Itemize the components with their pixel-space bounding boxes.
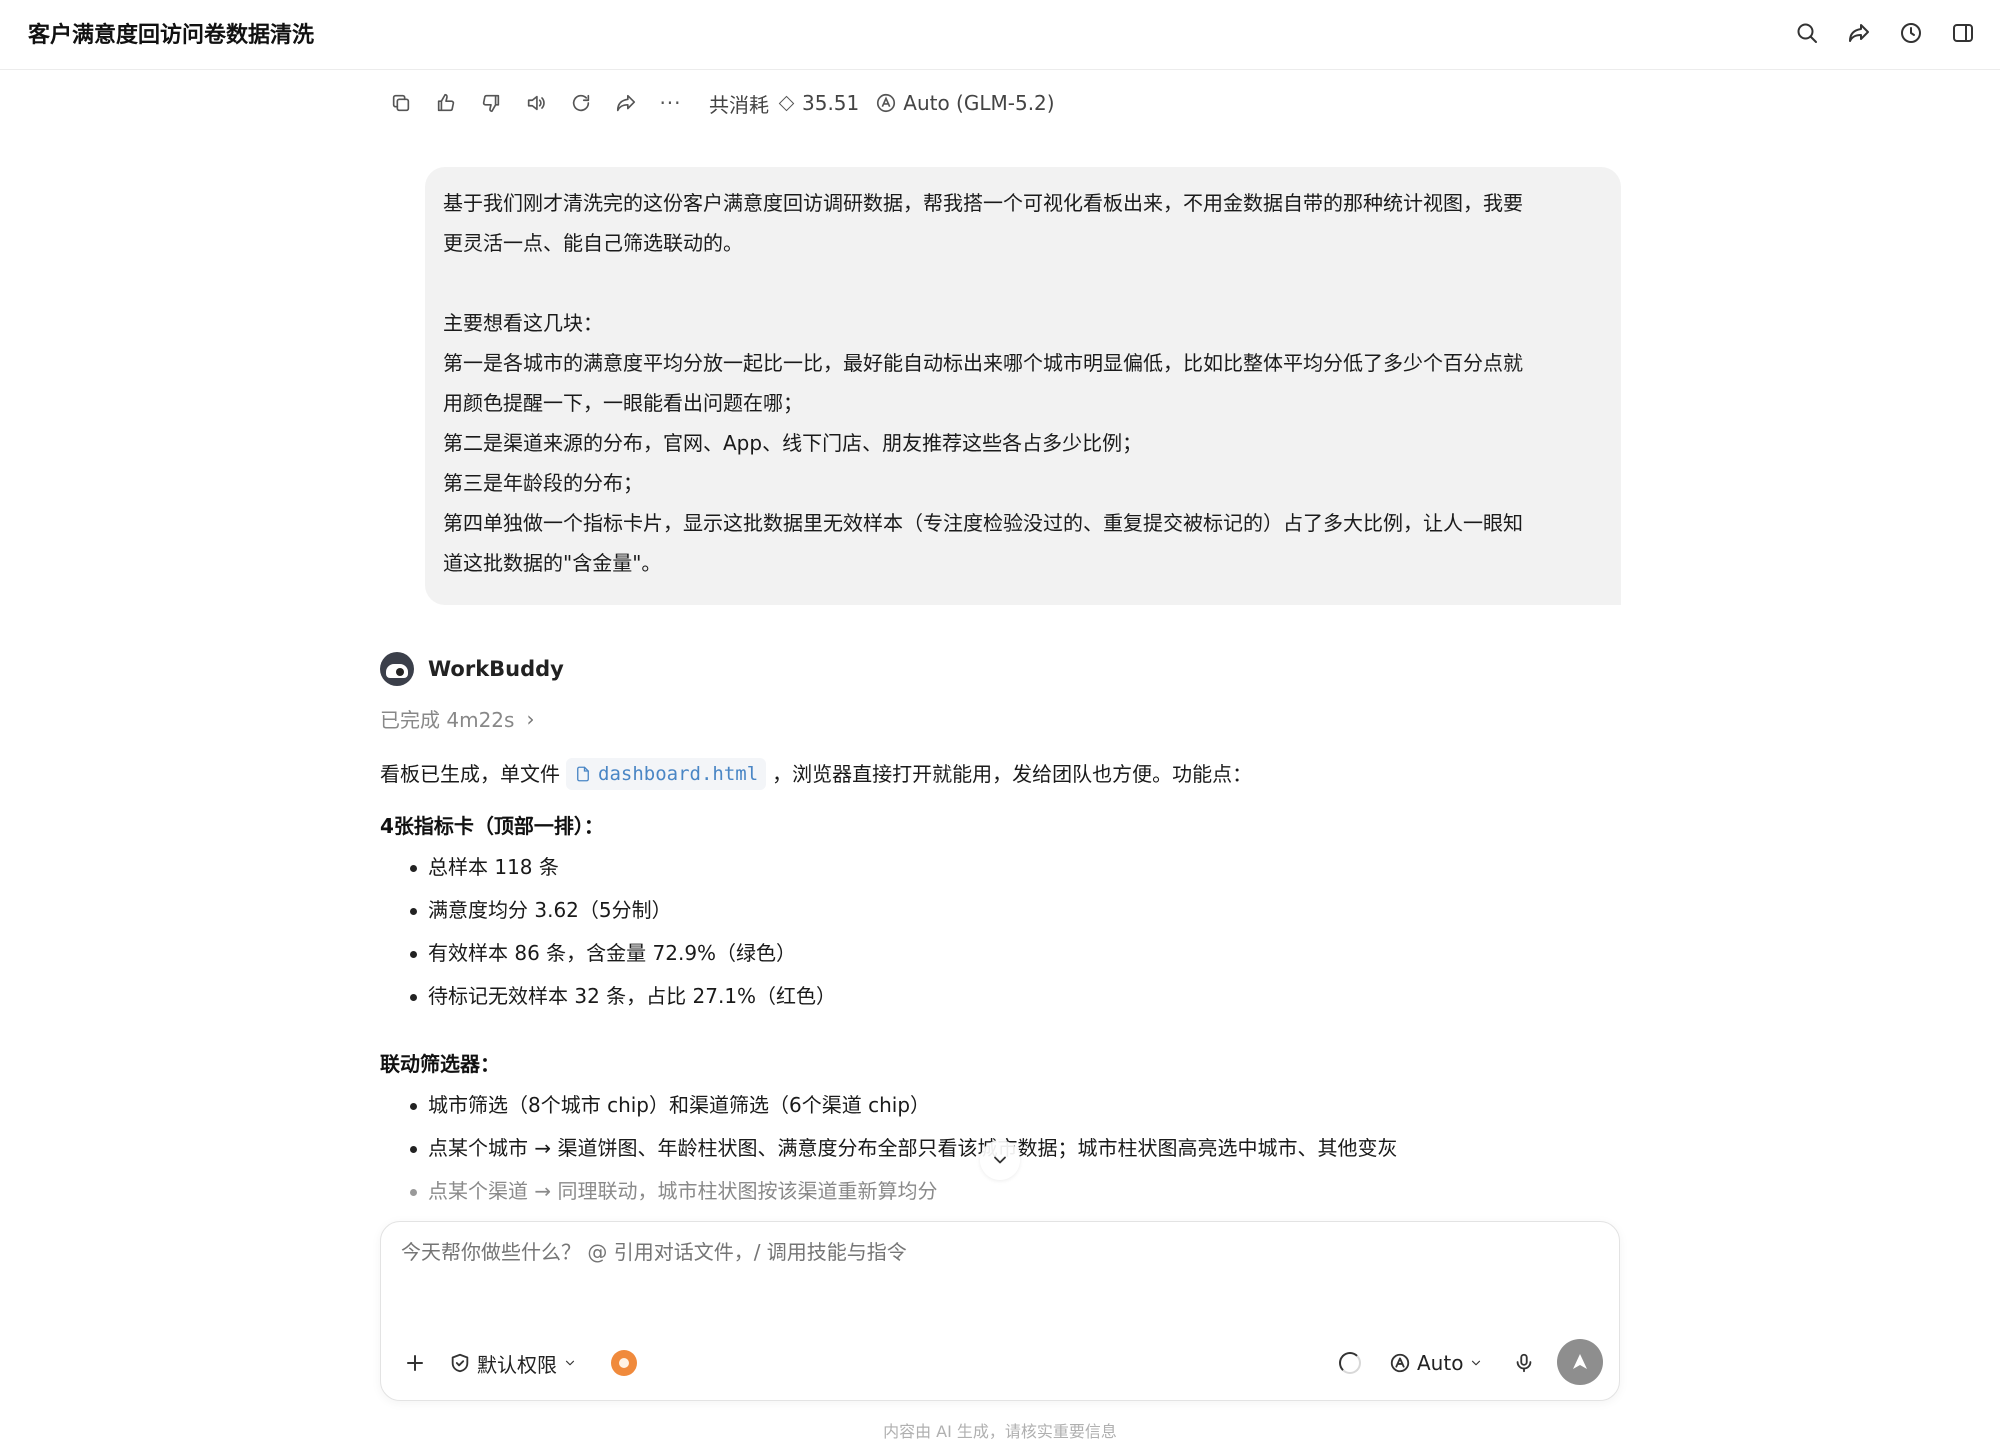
more-dots: ··· bbox=[659, 91, 682, 115]
assistant-avatar bbox=[380, 652, 414, 686]
permission-label: 默认权限 bbox=[477, 1352, 557, 1377]
section-heading: 联动筛选器： bbox=[380, 1052, 500, 1076]
sidebar-toggle-icon[interactable] bbox=[1944, 14, 1982, 52]
thumbs-up-icon[interactable] bbox=[423, 86, 468, 120]
assistant-name: WorkBuddy bbox=[428, 657, 564, 681]
scroll-to-bottom-button[interactable] bbox=[980, 1140, 1020, 1180]
thumbs-down-icon[interactable] bbox=[468, 86, 513, 120]
file-icon bbox=[577, 766, 589, 782]
list-item: 有效样本 86 条，含金量 72.9%（绿色） bbox=[408, 932, 1620, 975]
list-item: 城市筛选（8个城市 chip）和渠道筛选（6个渠道 chip） bbox=[408, 1084, 1620, 1127]
model-indicator: Auto (GLM-5.2) bbox=[875, 91, 1055, 115]
forward-icon[interactable] bbox=[603, 86, 648, 120]
message-composer: 默认权限 Auto bbox=[380, 1221, 1620, 1401]
file-link-chip[interactable]: dashboard.html bbox=[566, 758, 767, 790]
ai-disclaimer: 内容由 AI 生成，请核实重要信息 bbox=[883, 1422, 1117, 1441]
speaker-icon[interactable] bbox=[513, 86, 558, 120]
history-icon[interactable] bbox=[1892, 14, 1930, 52]
file-name: dashboard.html bbox=[598, 763, 759, 785]
message-input[interactable] bbox=[401, 1240, 1591, 1264]
auto-model-icon bbox=[1390, 1353, 1410, 1373]
top-toolbar bbox=[1788, 14, 1982, 52]
completion-status-label: 已完成 4m22s bbox=[380, 708, 515, 732]
more-icon[interactable]: ··· bbox=[648, 86, 693, 120]
microphone-button[interactable] bbox=[1509, 1348, 1539, 1378]
send-arrow-icon bbox=[1573, 1354, 1587, 1369]
send-button[interactable] bbox=[1557, 1339, 1603, 1385]
top-bar: 客户满意度回访问卷数据清洗 bbox=[0, 0, 2000, 70]
page-title: 客户满意度回访问卷数据清洗 bbox=[28, 23, 315, 48]
loading-spinner-icon bbox=[1336, 1349, 1364, 1377]
list-item: 待标记无效样本 32 条，占比 27.1%（红色） bbox=[408, 975, 1620, 1018]
model-selector[interactable]: Auto bbox=[1389, 1347, 1483, 1379]
cost-label: 共消耗 bbox=[709, 92, 769, 117]
chevron-down-icon bbox=[1469, 1351, 1483, 1375]
share-icon[interactable] bbox=[1840, 14, 1878, 52]
section-heading: 4张指标卡（顶部一排）： bbox=[380, 814, 604, 838]
chevron-down-icon bbox=[563, 1351, 577, 1375]
diamond-icon bbox=[778, 95, 795, 111]
reply-intro: 看板已生成，单文件 dashboard.html ，浏览器直接打开就能用，发给团… bbox=[380, 754, 1620, 794]
chevron-right-icon: › bbox=[526, 706, 535, 731]
permission-dropdown[interactable]: 默认权限 bbox=[449, 1347, 577, 1379]
skill-icon[interactable] bbox=[611, 1350, 637, 1376]
reply-intro-after: ，浏览器直接打开就能用，发给团队也方便。功能点： bbox=[772, 762, 1253, 786]
completion-status[interactable]: 已完成 4m22s › bbox=[380, 704, 534, 733]
auto-model-icon bbox=[877, 93, 896, 113]
list-item: 满意度均分 3.62（5分制） bbox=[408, 889, 1620, 932]
search-icon[interactable] bbox=[1788, 14, 1826, 52]
reply-intro-before: 看板已生成，单文件 bbox=[380, 762, 560, 786]
regenerate-icon[interactable] bbox=[558, 86, 603, 120]
model-selector-label: Auto bbox=[1417, 1351, 1464, 1375]
cost-value: 35.51 bbox=[802, 91, 860, 115]
user-message-bubble: 基于我们刚才清洗完的这份客户满意度回访调研数据，帮我搭一个可视化看板出来，不用金… bbox=[425, 167, 1621, 605]
token-cost: 共消耗 35.51 bbox=[709, 89, 859, 118]
message-actions: ··· 共消耗 35.51 Auto (GLM-5.2) bbox=[378, 86, 1055, 120]
chevron-down-icon bbox=[994, 1156, 1006, 1164]
list-item: 点某个渠道 → 同理联动，城市柱状图按该渠道重新算均分 bbox=[408, 1170, 1620, 1213]
list-item: 总样本 118 条 bbox=[408, 846, 1620, 889]
section-list: 总样本 118 条 满意度均分 3.62（5分制） 有效样本 86 条，含金量 … bbox=[408, 846, 1620, 1018]
user-message-text: 基于我们刚才清洗完的这份客户满意度回访调研数据，帮我搭一个可视化看板出来，不用金… bbox=[443, 191, 1523, 575]
microphone-icon bbox=[1516, 1353, 1532, 1373]
assistant-header: WorkBuddy bbox=[380, 652, 564, 686]
copy-icon[interactable] bbox=[378, 86, 423, 120]
plus-icon bbox=[407, 1355, 423, 1371]
model-label: Auto (GLM-5.2) bbox=[903, 91, 1055, 115]
shield-check-icon bbox=[451, 1353, 469, 1373]
add-attachment-button[interactable] bbox=[399, 1347, 431, 1379]
